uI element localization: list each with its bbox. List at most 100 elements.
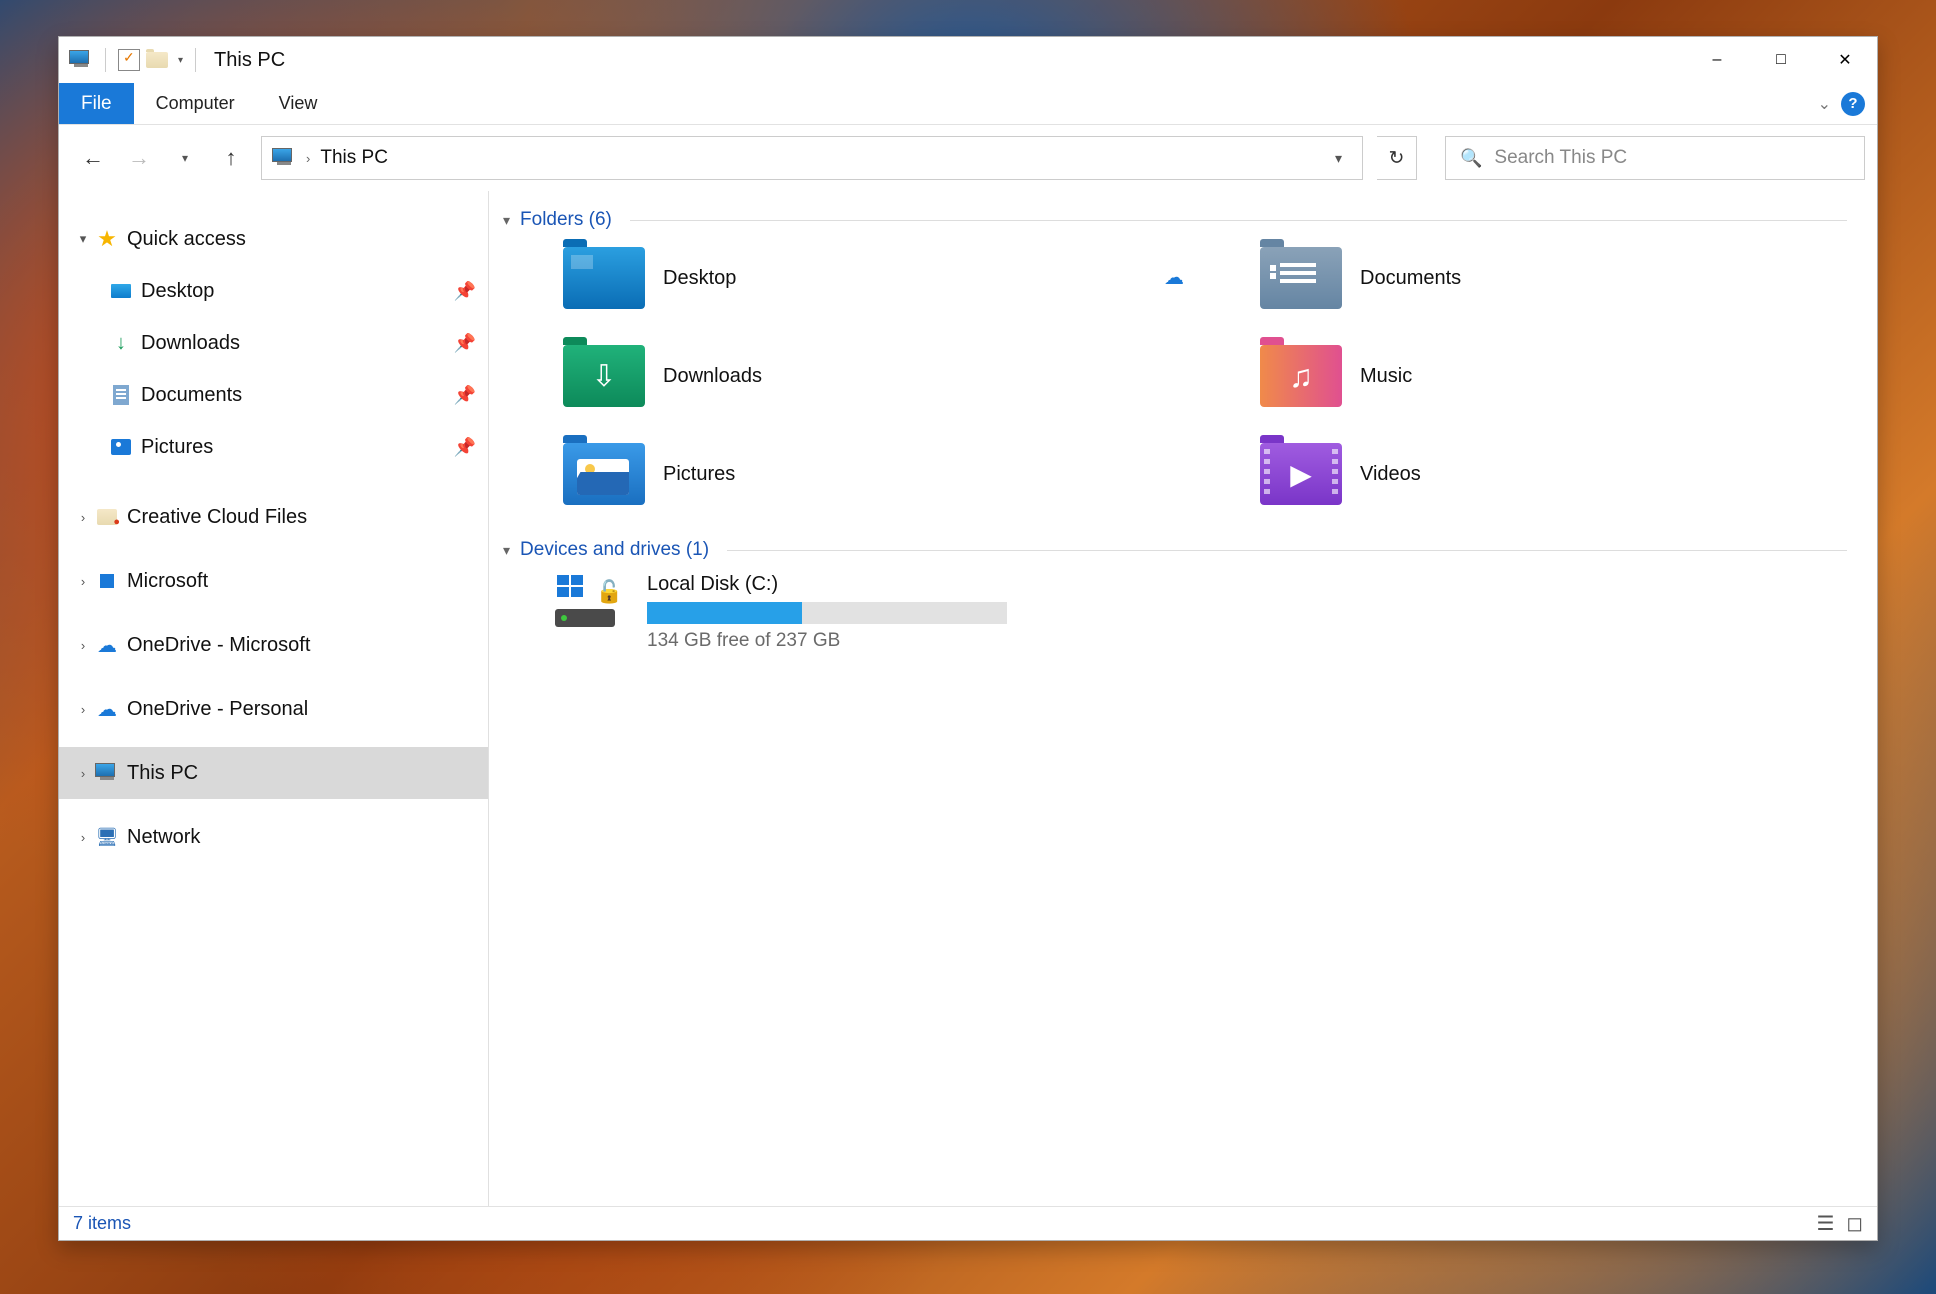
nav-label: Creative Cloud Files — [127, 506, 307, 529]
back-button[interactable]: ← — [77, 142, 109, 174]
titlebar[interactable]: ▾ This PC – □ ✕ — [59, 37, 1877, 83]
nav-label: Desktop — [141, 280, 214, 303]
nav-label: Microsoft — [127, 570, 208, 593]
nav-label: This PC — [127, 762, 198, 785]
folder-icon[interactable] — [146, 52, 168, 68]
breadcrumb-this-pc[interactable]: This PC — [320, 147, 388, 169]
quick-access-toolbar: ▾ — [69, 48, 202, 72]
address-history-button[interactable]: ▾ — [1325, 150, 1352, 167]
chevron-right-icon[interactable]: › — [73, 702, 93, 717]
body: ▾ ★ Quick access Desktop 📌 ↓ Downloads 📌 — [59, 191, 1877, 1206]
tab-computer[interactable]: Computer — [134, 83, 257, 124]
window-title: This PC — [214, 49, 285, 72]
drive-usage-bar — [647, 602, 1007, 624]
chevron-right-icon[interactable]: › — [73, 510, 93, 525]
nav-onedrive-personal[interactable]: › ☁ OneDrive - Personal — [59, 683, 488, 735]
section-label: Folders (6) — [520, 209, 612, 231]
folder-videos[interactable]: ▶ Videos — [1210, 439, 1847, 509]
up-button[interactable]: ↑ — [215, 142, 247, 174]
close-button[interactable]: ✕ — [1813, 37, 1877, 83]
nav-documents[interactable]: Documents 📌 — [59, 369, 488, 421]
nav-pictures[interactable]: Pictures 📌 — [59, 421, 488, 473]
chevron-right-icon[interactable]: › — [73, 638, 93, 653]
drive-icon: 🔓 — [555, 573, 629, 633]
nav-label: Downloads — [141, 332, 240, 355]
nav-label: Pictures — [141, 436, 213, 459]
ribbon: File Computer View ⌄ ? — [59, 83, 1877, 125]
help-icon[interactable]: ? — [1841, 92, 1865, 116]
minimize-button[interactable]: – — [1685, 37, 1749, 83]
star-icon: ★ — [97, 226, 117, 252]
microsoft-icon — [100, 574, 114, 588]
pin-icon: 📌 — [454, 281, 476, 302]
forward-button[interactable]: → — [123, 142, 155, 174]
pc-icon — [272, 148, 296, 168]
search-box[interactable]: 🔍 — [1445, 136, 1865, 180]
pin-icon: 📌 — [454, 385, 476, 406]
maximize-button[interactable]: □ — [1749, 37, 1813, 83]
chevron-down-icon[interactable]: ▾ — [503, 542, 510, 559]
tab-file[interactable]: File — [59, 83, 134, 124]
chevron-right-icon[interactable]: › — [306, 151, 310, 166]
folder-label: Downloads — [663, 365, 762, 388]
cloud-status-icon: ☁ — [1164, 265, 1184, 290]
chevron-down-icon[interactable]: ▾ — [178, 55, 183, 66]
divider — [630, 220, 1847, 221]
chevron-right-icon[interactable]: › — [73, 830, 93, 845]
content-pane[interactable]: ▾ Folders (6) ☁ Desktop ☁ Documents ⇩ — [489, 191, 1877, 1206]
folder-label: Videos — [1360, 463, 1421, 486]
cloud-icon: ☁ — [97, 697, 117, 722]
navigation-bar: ← → ▾ ↑ › This PC ▾ ↻ 🔍 — [59, 125, 1877, 191]
folder-music[interactable]: ♫ Music — [1210, 341, 1847, 411]
chevron-down-icon[interactable]: ▾ — [503, 212, 510, 229]
downloads-folder-icon: ⇩ — [563, 345, 645, 407]
nav-label: OneDrive - Personal — [127, 698, 308, 721]
lock-icon: 🔓 — [596, 579, 623, 605]
folder-label: Documents — [1360, 267, 1461, 290]
pc-icon — [95, 763, 119, 783]
nav-desktop[interactable]: Desktop 📌 — [59, 265, 488, 317]
network-icon: 🖥 — [96, 827, 119, 848]
folder-pictures[interactable]: ☁ Pictures — [513, 439, 1150, 509]
nav-network[interactable]: › 🖥 Network — [59, 811, 488, 863]
document-icon — [113, 385, 129, 405]
properties-icon[interactable] — [118, 49, 140, 71]
status-text: 7 items — [73, 1213, 131, 1234]
folder-label: Pictures — [663, 463, 735, 486]
navigation-pane[interactable]: ▾ ★ Quick access Desktop 📌 ↓ Downloads 📌 — [59, 191, 489, 1206]
section-drives[interactable]: ▾ Devices and drives (1) — [503, 539, 1847, 561]
chevron-right-icon[interactable]: › — [73, 574, 93, 589]
desktop-icon — [111, 284, 131, 298]
status-bar: 7 items ☰ ◻ — [59, 1206, 1877, 1240]
ribbon-collapse-icon[interactable]: ⌄ — [1818, 94, 1831, 114]
drive-info: Local Disk (C:) 134 GB free of 237 GB — [647, 573, 1017, 652]
nav-microsoft[interactable]: › Microsoft — [59, 555, 488, 607]
chevron-right-icon[interactable]: › — [73, 766, 93, 781]
chevron-down-icon[interactable]: ▾ — [73, 231, 93, 247]
section-label: Devices and drives (1) — [520, 539, 709, 561]
folder-desktop[interactable]: ☁ Desktop — [513, 243, 1150, 313]
nav-this-pc[interactable]: › This PC — [59, 747, 488, 799]
search-input[interactable] — [1494, 147, 1850, 169]
tab-view[interactable]: View — [257, 83, 340, 124]
videos-folder-icon: ▶ — [1260, 443, 1342, 505]
address-bar[interactable]: › This PC ▾ — [261, 136, 1363, 180]
nav-onedrive-microsoft[interactable]: › ☁ OneDrive - Microsoft — [59, 619, 488, 671]
view-large-icons-button[interactable]: ◻ — [1846, 1211, 1863, 1236]
nav-downloads[interactable]: ↓ Downloads 📌 — [59, 317, 488, 369]
drive-local-disk-c[interactable]: 🔓 Local Disk (C:) 134 GB free of 237 GB — [503, 573, 1847, 652]
folder-documents[interactable]: ☁ Documents — [1210, 243, 1847, 313]
refresh-button[interactable]: ↻ — [1377, 136, 1417, 180]
folder-downloads[interactable]: ⇩ Downloads — [513, 341, 1150, 411]
folder-label: Music — [1360, 365, 1412, 388]
view-details-button[interactable]: ☰ — [1816, 1211, 1834, 1236]
nav-label: OneDrive - Microsoft — [127, 634, 310, 657]
section-folders[interactable]: ▾ Folders (6) — [503, 209, 1847, 231]
nav-quick-access[interactable]: ▾ ★ Quick access — [59, 213, 488, 265]
separator — [195, 48, 196, 72]
pictures-folder-icon — [563, 443, 645, 505]
recent-locations-button[interactable]: ▾ — [169, 142, 201, 174]
drive-label: Local Disk (C:) — [647, 573, 1017, 596]
windows-logo-icon — [557, 575, 583, 597]
nav-creative-cloud[interactable]: › Creative Cloud Files — [59, 491, 488, 543]
